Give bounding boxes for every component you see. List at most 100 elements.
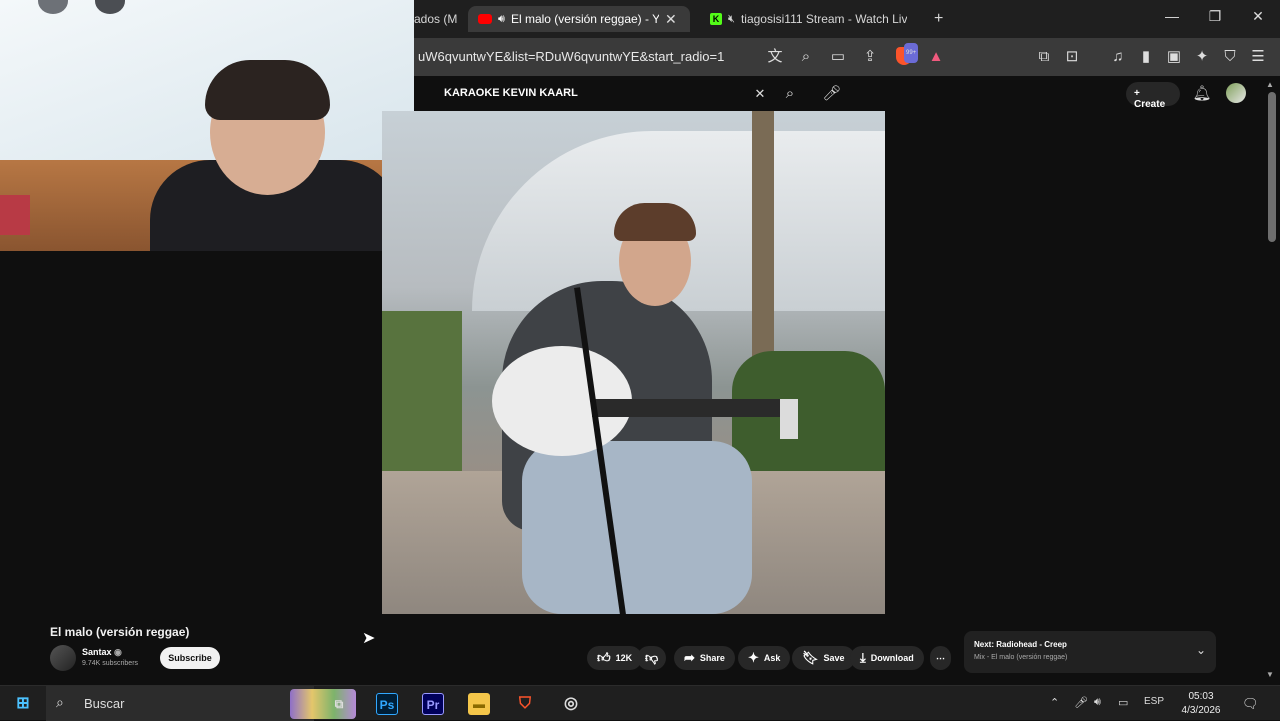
tab-label: El malo (versión reggae) - You: [510, 12, 659, 26]
vpn-icon[interactable]: ⛉: [1220, 47, 1240, 67]
next-up-card[interactable]: Next: Radiohead - Creep Mix - El malo (v…: [964, 631, 1216, 673]
channel-name-text: Santax: [82, 647, 112, 657]
tray-expand-icon[interactable]: ⌃: [1050, 696, 1059, 709]
minimize-icon[interactable]: —: [1157, 8, 1187, 24]
windows-taskbar: ⊞ ⌕ Buscar ⧉ Ps Pr ▬ ⛉ ◎ ⌃ 🎤︎ 🔊︎ ▭ ESP 0…: [0, 685, 1280, 721]
cast-icon[interactable]: ▭: [828, 47, 848, 67]
extensions-icon[interactable]: ⧉: [1034, 47, 1054, 67]
taskbar-clock[interactable]: 05:03 4/3/2026: [1172, 690, 1230, 718]
microphone-icon[interactable]: 🎤︎: [822, 84, 842, 104]
scroll-up-arrow[interactable]: ▲: [1266, 80, 1274, 89]
search-icon[interactable]: ⌕: [780, 84, 800, 104]
brave-rewards-icon[interactable]: ▲: [926, 47, 946, 67]
premiere-pro-icon[interactable]: Pr: [422, 693, 444, 715]
video-palm-tree: [752, 111, 774, 371]
search-icon: ⌕: [56, 694, 64, 710]
like-count: 12K: [615, 653, 633, 663]
download-button[interactable]: ⤓ Download: [850, 646, 924, 670]
more-actions-button[interactable]: ⋯: [930, 646, 951, 670]
muted-icon[interactable]: 🔇︎: [728, 13, 735, 26]
audio-playing-icon[interactable]: 🔊︎: [498, 13, 505, 26]
close-window-icon[interactable]: ✕: [1243, 8, 1273, 25]
share-icon: ➦: [684, 650, 695, 665]
video-guitar-head: [780, 399, 798, 439]
clock-time: 05:03: [1188, 691, 1214, 702]
address-bar: uW6qvuntwYE&list=RDuW6qvuntwYE&start_rad…: [414, 38, 1280, 76]
subscribe-button[interactable]: Subscribe: [160, 647, 220, 669]
save-label: Save: [823, 653, 845, 663]
youtube-header: KARAOKE KEVIN KAARL ✕ ⌕ 🎤︎ + Create 🔔︎: [414, 76, 1280, 111]
video-player[interactable]: [382, 111, 885, 614]
share-button[interactable]: ➦ Share: [674, 646, 735, 670]
windows-start-icon[interactable]: ⊞: [12, 693, 34, 715]
channel-name[interactable]: Santax ◉: [82, 647, 122, 658]
taskbar-search-placeholder: Buscar: [84, 696, 125, 711]
verified-icon: ◉: [114, 647, 122, 657]
brave-badge: 99+: [904, 43, 919, 63]
tab-previous[interactable]: ados (M: [414, 6, 466, 32]
save-button[interactable]: 🔖︎ Save: [792, 646, 855, 670]
kick-favicon-icon: K: [710, 13, 722, 25]
webcam-overlay: [0, 0, 414, 251]
file-explorer-icon[interactable]: ▬: [468, 693, 490, 715]
next-title: Next: Radiohead - Creep: [974, 640, 1067, 649]
zoom-icon[interactable]: ⌕: [796, 47, 816, 67]
download-icon: ⤓: [860, 650, 866, 665]
webcam-person-hair: [205, 60, 330, 120]
tab-label: ados (M: [414, 12, 458, 26]
notifications-icon[interactable]: 🔔︎: [1192, 84, 1212, 104]
channel-avatar[interactable]: [50, 645, 76, 671]
create-button[interactable]: + Create: [1126, 82, 1180, 110]
share-label: Share: [699, 653, 725, 663]
media-icon[interactable]: ♫: [1108, 47, 1128, 67]
thumbs-up-icon: 👍︎: [597, 650, 611, 665]
chevron-down-icon[interactable]: ⌄: [1196, 643, 1206, 657]
mouse-cursor-icon: ➤: [362, 630, 376, 647]
obs-studio-icon[interactable]: ◎: [560, 693, 582, 715]
scroll-down-arrow[interactable]: ▼: [1266, 670, 1274, 679]
network-icon[interactable]: ▭: [1118, 696, 1128, 709]
photoshop-icon[interactable]: Ps: [376, 693, 398, 715]
share-page-icon[interactable]: ⇪: [860, 47, 880, 67]
clock-date: 4/3/2026: [1181, 705, 1221, 716]
bookmark-icon: 🔖︎: [802, 650, 819, 665]
notifications-center-icon[interactable]: 🗨︎: [1242, 696, 1259, 712]
leo-ai-icon[interactable]: ✦: [1192, 47, 1212, 67]
task-view-icon[interactable]: ⧉: [328, 693, 350, 715]
volume-icon[interactable]: 🔊︎: [1094, 696, 1101, 709]
tab-youtube[interactable]: 🔊︎ El malo (versión reggae) - You ✕: [468, 6, 690, 32]
video-performer-hair: [614, 203, 696, 241]
restore-icon[interactable]: ❐: [1200, 8, 1230, 25]
download-label: Download: [870, 653, 914, 663]
account-avatar[interactable]: [1226, 83, 1246, 103]
microphone-tray-icon[interactable]: 🎤︎: [1074, 696, 1088, 709]
clear-search-icon[interactable]: ✕: [750, 84, 770, 104]
sidebar-icon[interactable]: ▮: [1136, 47, 1156, 67]
page-scrollbar[interactable]: [1268, 92, 1276, 242]
translate-icon[interactable]: 文: [765, 47, 785, 67]
url-field[interactable]: uW6qvuntwYE&list=RDuW6qvuntwYE&start_rad…: [418, 49, 724, 64]
video-performer-jeans: [522, 441, 752, 614]
video-bush: [382, 311, 462, 471]
brave-browser-icon[interactable]: ⛉: [514, 693, 536, 715]
screenshot-icon[interactable]: ⊡: [1062, 47, 1082, 67]
close-tab-icon[interactable]: ✕: [665, 11, 677, 28]
more-icon: ⋯: [936, 652, 945, 663]
new-tab-button[interactable]: +: [934, 6, 956, 32]
browser-tab-bar: ados (M 🔊︎ El malo (versión reggae) - Yo…: [414, 0, 1280, 38]
like-button[interactable]: 👍︎ 12K: [587, 646, 643, 670]
language-indicator[interactable]: ESP: [1144, 696, 1164, 707]
subscriber-count: 9.74K subscribers: [82, 660, 139, 667]
menu-icon[interactable]: ☰: [1248, 47, 1268, 67]
tab-kick-stream[interactable]: K 🔇︎ tiagosisi111 Stream - Watch Live: [704, 6, 926, 32]
next-subtitle: Mix - El malo (versión reggae): [974, 654, 1068, 661]
brave-shields-icon[interactable]: 99+: [894, 43, 919, 67]
ask-button[interactable]: ✦ Ask: [738, 646, 791, 670]
search-input[interactable]: KARAOKE KEVIN KAARL: [430, 80, 790, 106]
taskbar-search[interactable]: ⌕ Buscar: [46, 686, 356, 721]
sparkle-icon: ✦: [748, 650, 759, 665]
dislike-button[interactable]: 👎︎: [637, 646, 667, 670]
wallet-icon[interactable]: ▣: [1164, 47, 1184, 67]
youtube-favicon-icon: [478, 14, 492, 24]
video-title: El malo (versión reggae): [50, 625, 190, 639]
